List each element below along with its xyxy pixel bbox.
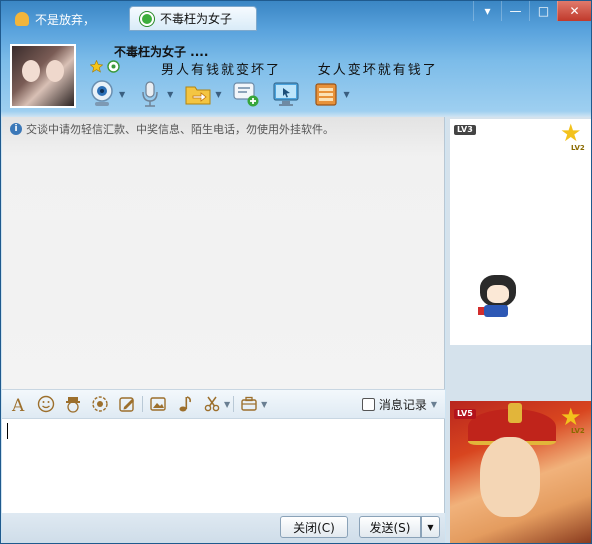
- toolbar-divider: [233, 396, 235, 412]
- screenshot-button[interactable]: [201, 393, 223, 415]
- apps-icon: [311, 79, 341, 109]
- send-button[interactable]: 发送(S): [359, 516, 421, 538]
- shake-window-button[interactable]: [89, 393, 111, 415]
- history-label: 消息记录: [378, 398, 427, 412]
- close-window-button[interactable]: ✕: [557, 1, 591, 21]
- send-file-button[interactable]: ▼: [183, 77, 221, 111]
- music-button[interactable]: [174, 393, 196, 415]
- emoticon-button[interactable]: [35, 393, 57, 415]
- hat-jewel: [508, 403, 522, 423]
- toolbox-icon: [241, 396, 257, 411]
- create-discussion-icon: [231, 79, 261, 109]
- create-discussion-button[interactable]: [231, 77, 261, 111]
- music-note-icon: [179, 396, 191, 412]
- remote-assist-icon: [271, 79, 301, 109]
- font-icon: A: [11, 396, 25, 413]
- message-history-button[interactable]: 消息记录 ▼: [361, 396, 437, 413]
- message-history[interactable]: i 交谈中请勿轻信汇款、中奖信息、陌生电话，勿使用外挂软件。: [2, 117, 445, 389]
- send-options-button[interactable]: ▼: [421, 516, 440, 538]
- maximize-button[interactable]: □: [529, 1, 557, 21]
- toolbar-divider: [142, 396, 143, 412]
- history-icon: [361, 398, 375, 411]
- level-badge: LV5: [454, 409, 476, 419]
- tab-bar: 不是放弃， 不毒枉为女子 ▾ — □ ✕: [1, 1, 591, 33]
- window-controls: ▾ — □ ✕: [473, 1, 591, 21]
- online-status-icon: [140, 11, 154, 26]
- tab-conversation-1[interactable]: 不是放弃，: [5, 7, 125, 31]
- chevron-down-icon[interactable]: ▼: [215, 90, 221, 99]
- cartoon-body: [484, 305, 508, 317]
- magic-emoticon-button[interactable]: [62, 393, 84, 415]
- message-input[interactable]: [2, 419, 445, 513]
- minimize-button[interactable]: —: [501, 1, 529, 21]
- right-panel: LV3 ★ LV2 LV5 ★ LV2: [446, 117, 591, 543]
- my-show-avatar[interactable]: LV5 ★ LV2: [450, 401, 591, 543]
- shake-icon: [92, 396, 108, 412]
- security-notice: i 交谈中请勿轻信汇款、中奖信息、陌生电话，勿使用外挂软件。: [10, 121, 334, 137]
- chevron-down-icon: ▼: [427, 522, 434, 532]
- chevron-down-icon[interactable]: ▼: [167, 90, 173, 99]
- star-level: LV2: [571, 144, 585, 152]
- chevron-down-icon[interactable]: ▼: [119, 90, 125, 99]
- chat-window: 不是放弃， 不毒枉为女子 ▾ — □ ✕ 不毒枉为女子 .... 男人有钱就变坏…: [0, 0, 592, 544]
- tab-conversation-2[interactable]: 不毒枉为女子: [129, 6, 257, 31]
- send-image-button[interactable]: [147, 393, 169, 415]
- scissors-icon: [204, 396, 220, 412]
- microphone-icon: [135, 79, 165, 109]
- header-toolbar: ▼ ▼ ▼ ▼: [87, 77, 360, 111]
- chevron-down-icon[interactable]: ▼: [224, 400, 230, 409]
- contact-nickname[interactable]: 不毒枉为女子 ....: [114, 43, 208, 60]
- video-call-button[interactable]: ▼: [87, 77, 125, 111]
- avatar[interactable]: [10, 44, 76, 108]
- text-caret: [7, 423, 8, 439]
- voice-call-button[interactable]: ▼: [135, 77, 173, 111]
- doodle-button[interactable]: [116, 393, 138, 415]
- star-icon: ★: [560, 119, 582, 147]
- contact-signature: 男人有钱就变坏了 女人变坏就有钱了: [161, 63, 438, 78]
- smiley-icon: [37, 395, 55, 413]
- chevron-down-icon[interactable]: ▼: [343, 90, 349, 99]
- webcam-icon: [87, 79, 117, 109]
- tab-label: 不是放弃，: [35, 12, 96, 27]
- bottom-bar: 关闭(C) 发送(S) ▼: [2, 513, 445, 543]
- edit-icon: [119, 397, 134, 412]
- user-icon: [15, 12, 29, 26]
- contact-show-avatar[interactable]: LV3 ★ LV2: [450, 119, 591, 345]
- image-icon: [150, 397, 166, 411]
- face-hat-icon: [66, 397, 80, 413]
- level-badge: LV3: [454, 125, 476, 135]
- status-icons: [89, 59, 120, 73]
- info-icon: i: [10, 123, 22, 135]
- face-graphic: [480, 437, 540, 517]
- apps-button[interactable]: ▼: [311, 77, 350, 111]
- contact-header: 不毒枉为女子 .... 男人有钱就变坏了 女人变坏就有钱了 ▼ ▼ ▼ ▼: [1, 33, 591, 115]
- tab-label: 不毒枉为女子: [160, 12, 233, 26]
- font-button[interactable]: A: [8, 393, 30, 415]
- star-level: LV2: [571, 427, 585, 435]
- input-toolbar: A ▼ ▼ 消息记录 ▼: [2, 389, 445, 419]
- qzone-icon[interactable]: [106, 59, 120, 73]
- chevron-down-icon: ▼: [430, 400, 437, 409]
- cartoon-face: [487, 285, 509, 303]
- remote-assist-button[interactable]: [271, 77, 301, 111]
- star-icon[interactable]: [89, 59, 103, 73]
- more-tools-button[interactable]: [238, 393, 260, 415]
- close-button[interactable]: 关闭(C): [280, 516, 348, 538]
- chevron-down-icon[interactable]: ▼: [261, 400, 267, 409]
- security-notice-text: 交谈中请勿轻信汇款、中奖信息、陌生电话，勿使用外挂软件。: [26, 123, 334, 136]
- file-transfer-icon: [183, 79, 213, 109]
- menu-button[interactable]: ▾: [473, 1, 501, 21]
- svg-text:A: A: [11, 396, 25, 413]
